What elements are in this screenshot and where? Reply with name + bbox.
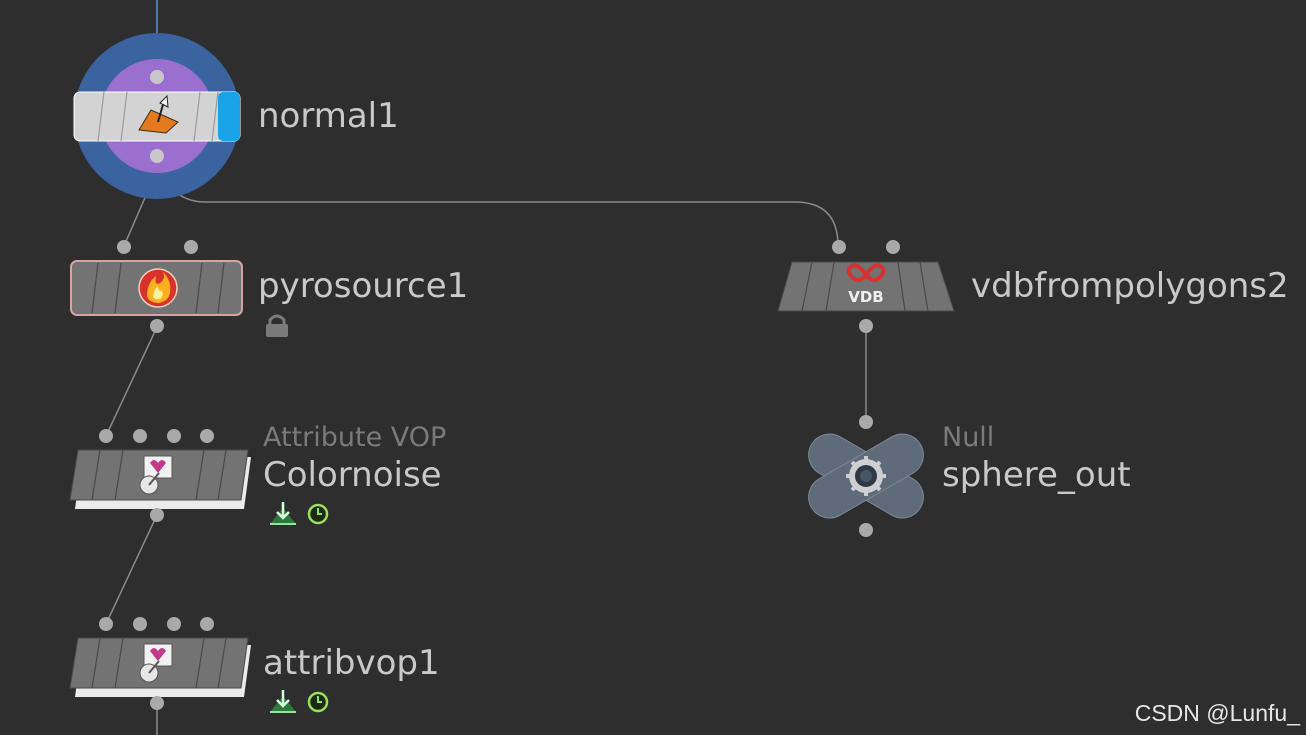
input-connector[interactable] xyxy=(133,617,147,631)
output-connector[interactable] xyxy=(859,523,873,537)
input-connector[interactable] xyxy=(200,617,214,631)
node-vdbfrompolygons2[interactable]: VDB xyxy=(777,240,955,333)
output-connector[interactable] xyxy=(150,319,164,333)
node-label-sphere-out[interactable]: sphere_out xyxy=(942,455,1131,495)
node-label-vdbfrompolygons2[interactable]: vdbfrompolygons2 xyxy=(971,266,1289,306)
display-flag[interactable] xyxy=(218,92,240,141)
input-connector[interactable] xyxy=(184,240,198,254)
watermark: CSDN @Lunfu_ xyxy=(1134,700,1300,726)
output-connector[interactable] xyxy=(150,696,164,710)
node-label-normal1[interactable]: normal1 xyxy=(258,96,399,136)
node-normal1[interactable] xyxy=(73,33,241,199)
lock-icon[interactable] xyxy=(266,314,288,337)
input-connector[interactable] xyxy=(117,240,131,254)
input-connector[interactable] xyxy=(99,429,113,443)
wire-normal1-vdbfrompolygons2 xyxy=(156,169,839,247)
node-type-sphere-out: Null xyxy=(942,422,995,453)
output-connector[interactable] xyxy=(150,508,164,522)
node-type-colornoise: Attribute VOP xyxy=(263,422,447,453)
fire-icon xyxy=(138,268,178,308)
input-connector[interactable] xyxy=(859,415,873,429)
network-graph[interactable]: VDB xyxy=(0,0,1306,735)
compile-icon xyxy=(270,690,296,713)
input-connector[interactable] xyxy=(99,617,113,631)
time-dependent-icon xyxy=(307,503,329,525)
node-label-pyrosource1[interactable]: pyrosource1 xyxy=(258,266,468,306)
input-connector[interactable] xyxy=(886,240,900,254)
node-label-colornoise[interactable]: Colornoise xyxy=(263,455,442,495)
output-connector[interactable] xyxy=(859,319,873,333)
input-connector[interactable] xyxy=(167,617,181,631)
node-sphere-out[interactable] xyxy=(801,415,931,537)
node-pyrosource1[interactable] xyxy=(70,240,288,337)
wire-colornoise-attribvop1 xyxy=(105,514,158,625)
input-connector[interactable] xyxy=(167,429,181,443)
input-connector[interactable] xyxy=(133,429,147,443)
time-dependent-icon xyxy=(307,691,329,713)
vdb-icon-label: VDB xyxy=(848,288,884,306)
output-connector[interactable] xyxy=(150,149,164,163)
input-connector[interactable] xyxy=(832,240,846,254)
compile-icon xyxy=(270,502,296,525)
wire-pyrosource1-colornoise xyxy=(105,326,158,437)
input-connector[interactable] xyxy=(150,70,164,84)
node-label-attribvop1[interactable]: attribvop1 xyxy=(263,643,440,683)
input-connector[interactable] xyxy=(200,429,214,443)
gear-icon xyxy=(846,456,886,496)
